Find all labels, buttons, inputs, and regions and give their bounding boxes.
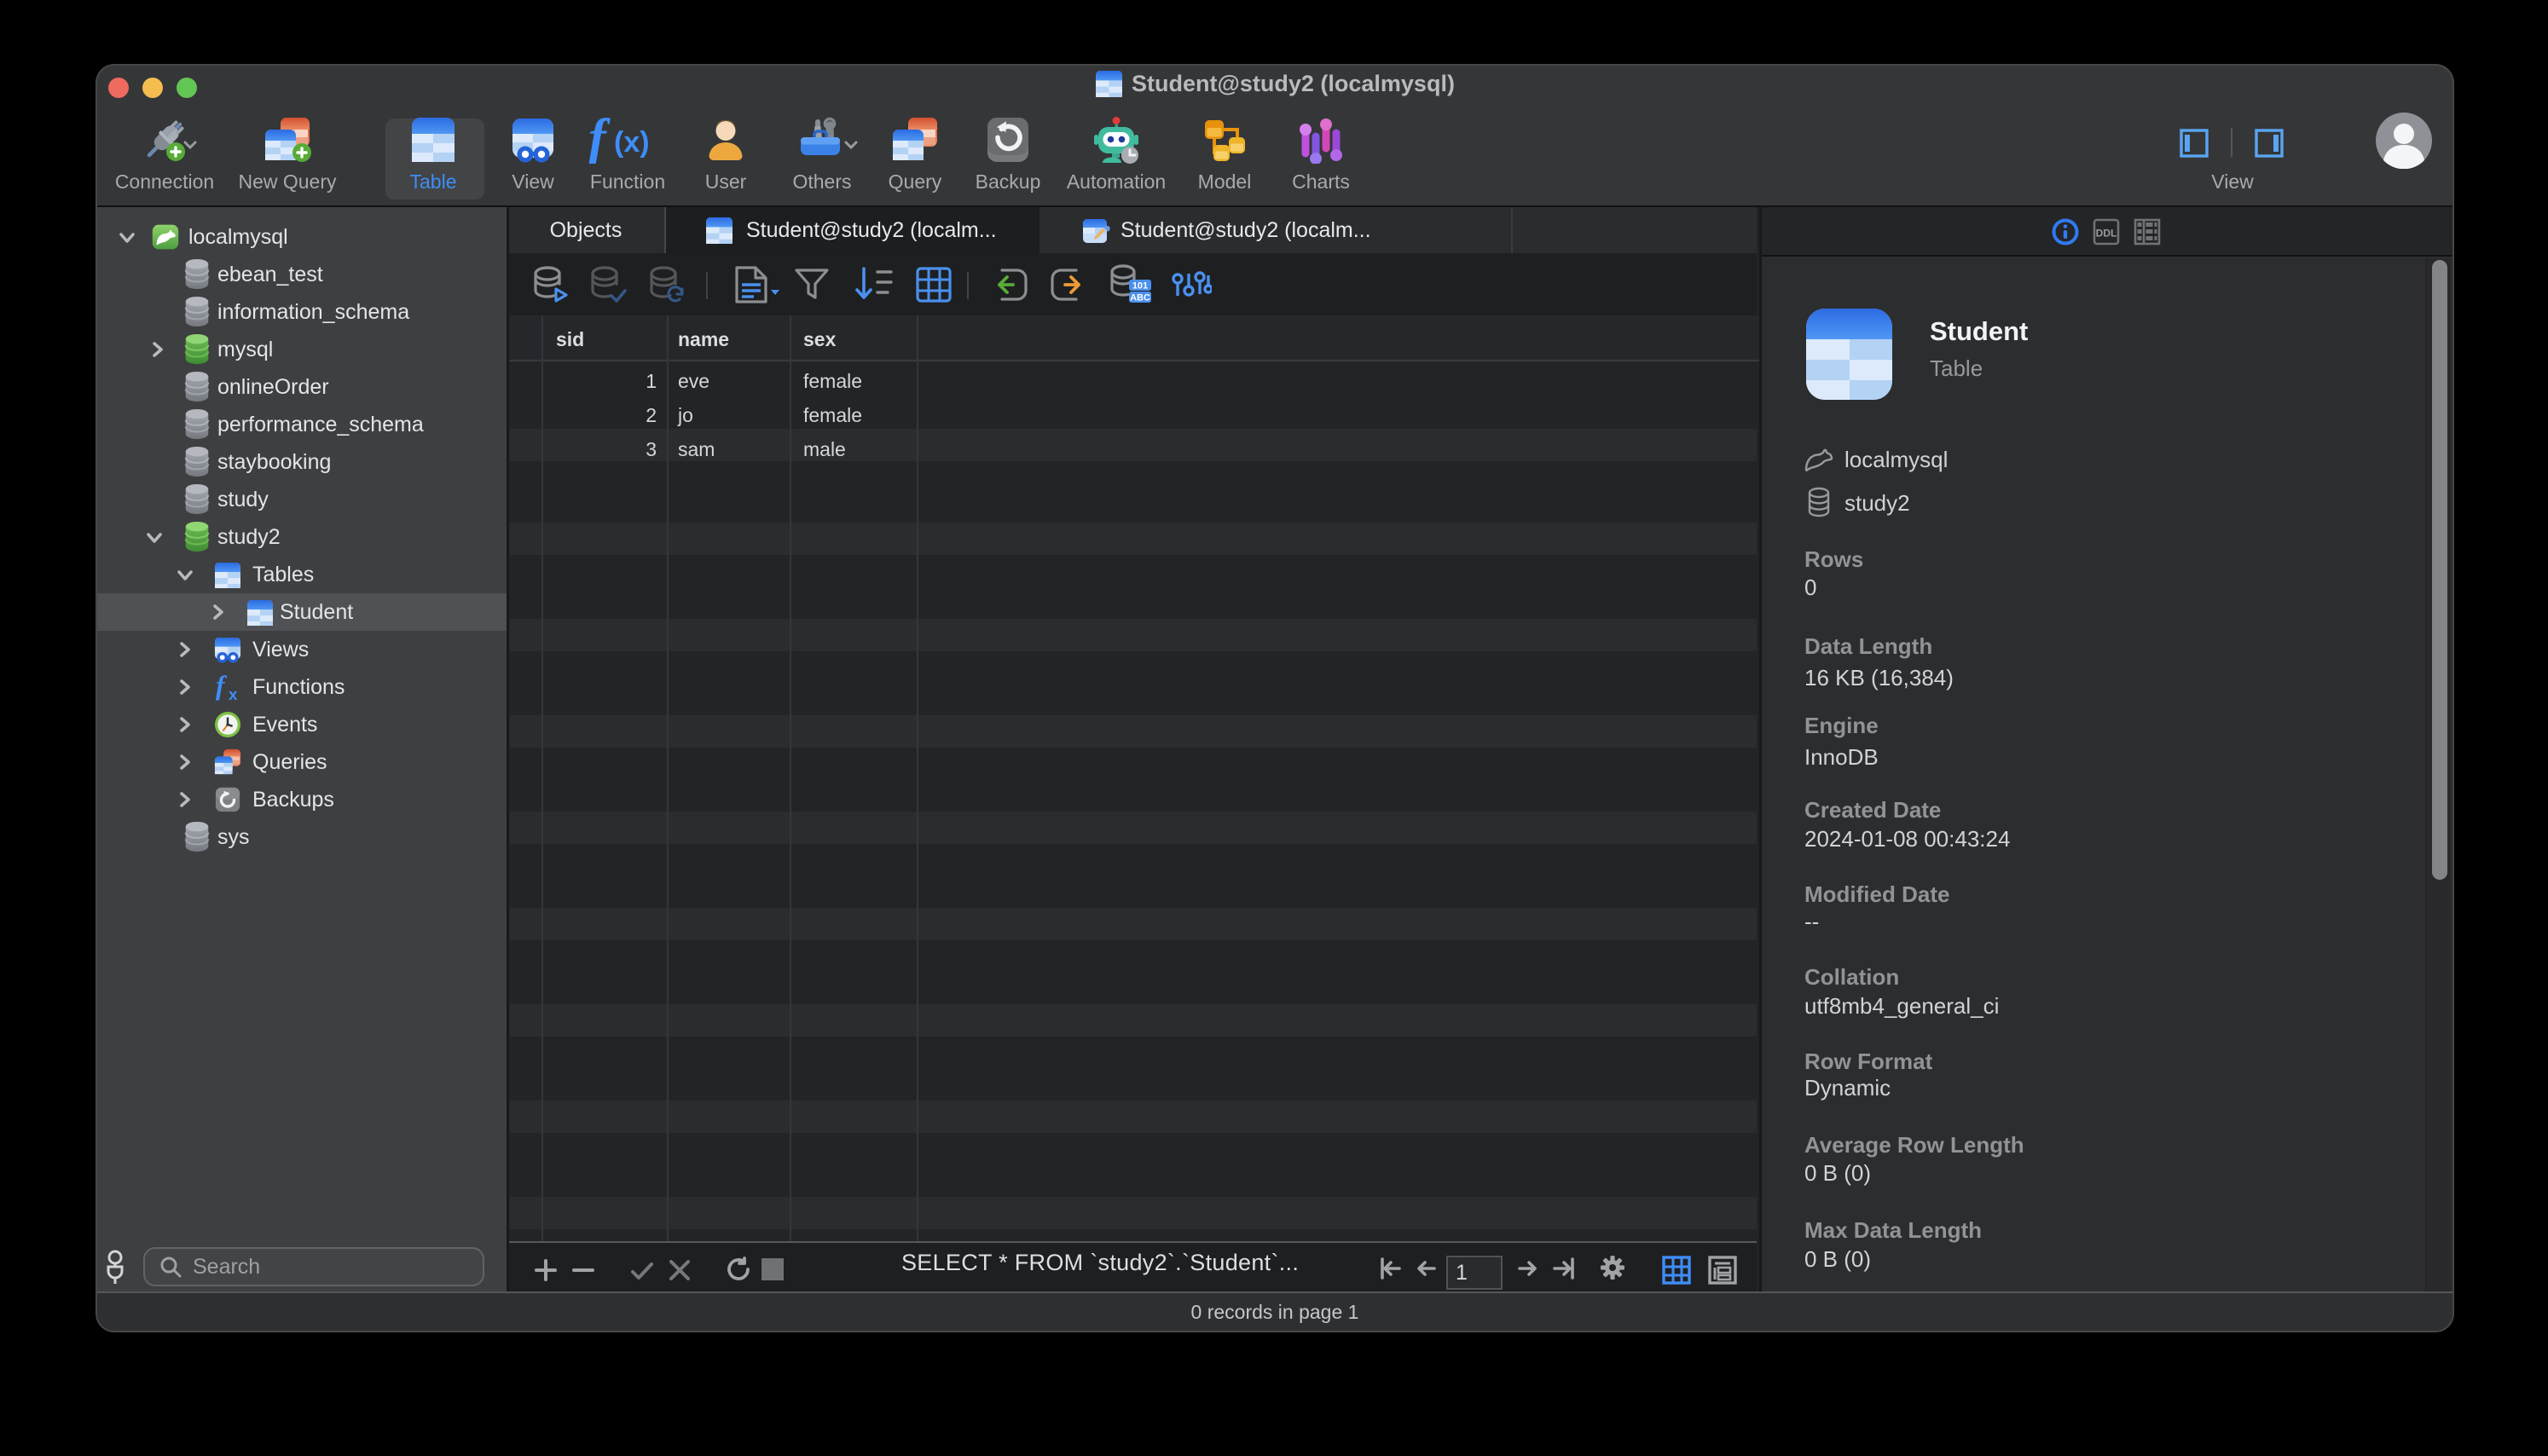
svg-text:DDL: DDL [2096,228,2117,240]
svg-text:ABC: ABC [1130,293,1150,303]
svg-text:(x): (x) [614,126,650,159]
svg-text:f: f [588,116,611,164]
svg-text:x: x [229,685,238,702]
svg-text:101: 101 [1132,281,1148,292]
svg-text:f: f [216,672,228,700]
